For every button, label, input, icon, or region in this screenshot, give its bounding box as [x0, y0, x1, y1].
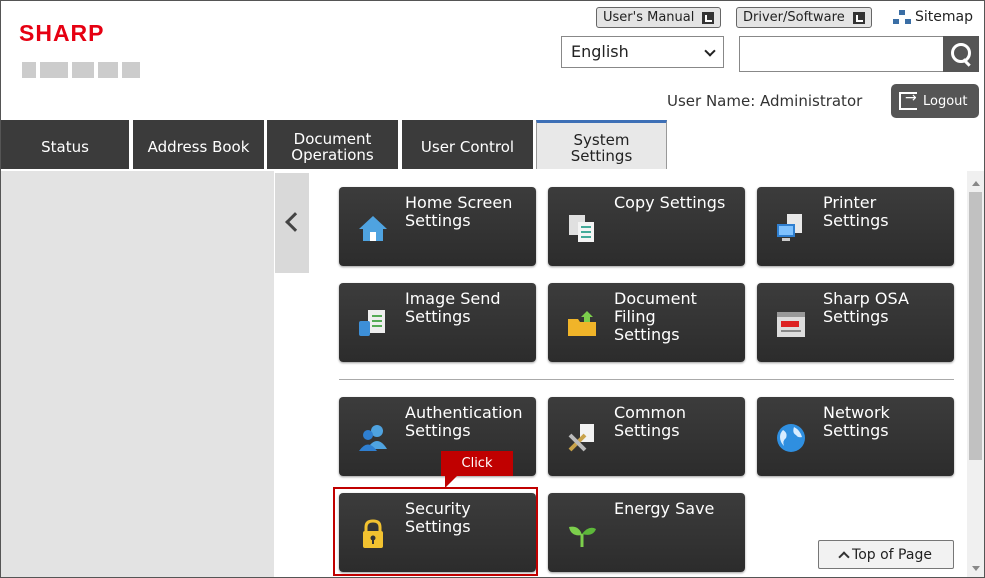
tile-label: Common Settings: [614, 403, 687, 440]
tab-label: Address Book: [147, 137, 250, 156]
driver-software-label: Driver/Software: [743, 10, 845, 25]
tile-image-send-settings[interactable]: Image Send Settings: [339, 283, 536, 362]
tab-system-settings[interactable]: System Settings: [536, 120, 667, 169]
main-tab-bar: Status Address Book Document Operations …: [1, 120, 983, 169]
search-input[interactable]: [739, 36, 944, 72]
language-select[interactable]: English: [561, 36, 724, 68]
tile-label: Sharp OSA Settings: [823, 289, 909, 326]
scroll-up-arrow[interactable]: [967, 174, 984, 191]
external-link-icon: [852, 11, 865, 24]
external-link-icon: [702, 11, 715, 24]
scrollbar-thumb[interactable]: [969, 192, 982, 460]
image-send-icon: [359, 310, 385, 336]
tab-label: Status: [41, 137, 89, 156]
users-manual-label: User's Manual: [603, 10, 695, 25]
tile-label: Image Send Settings: [405, 289, 501, 326]
tile-printer-settings[interactable]: Printer Settings: [757, 187, 954, 266]
tile-home-screen-settings[interactable]: Home Screen Settings: [339, 187, 536, 266]
tile-document-filing-settings[interactable]: Document Filing Settings: [548, 283, 745, 362]
logout-icon: [899, 90, 917, 110]
tile-label: Copy Settings: [614, 193, 726, 212]
tile-label: Printer Settings: [823, 193, 889, 230]
home-icon: [359, 216, 387, 241]
sharp-logo: SHARP: [19, 20, 105, 46]
tab-address-book[interactable]: Address Book: [133, 120, 264, 169]
tab-label: User Control: [420, 137, 515, 156]
left-menu-panel: [1, 171, 274, 577]
tab-label: Document Operations: [291, 129, 374, 164]
users-manual-link[interactable]: User's Manual: [596, 7, 722, 28]
click-callout: Click: [441, 451, 513, 488]
logout-label: Logout: [923, 93, 968, 109]
tile-common-settings[interactable]: Common Settings: [548, 397, 745, 476]
tile-label: Document Filing Settings: [614, 289, 697, 344]
user-name-label: User Name: Administrator: [667, 92, 863, 110]
tile-sharp-osa-settings[interactable]: Sharp OSA Settings: [757, 283, 954, 362]
top-of-page-label: Top of Page: [852, 546, 932, 563]
globe-icon: [777, 424, 805, 452]
users-icon: [359, 425, 387, 451]
tile-label: Network Settings: [823, 403, 890, 440]
tab-status[interactable]: Status: [1, 120, 129, 169]
chevron-up-icon: [838, 550, 850, 563]
tile-energy-save[interactable]: Energy Save: [548, 493, 745, 572]
tile-label: Authentication Settings: [405, 403, 523, 440]
section-divider: [339, 379, 954, 380]
tools-icon: [568, 424, 594, 452]
tab-user-control[interactable]: User Control: [402, 120, 533, 169]
scroll-down-arrow[interactable]: [967, 560, 984, 577]
sitemap-icon: [893, 10, 911, 24]
sitemap-link[interactable]: Sitemap: [893, 9, 973, 25]
sitemap-label: Sitemap: [915, 9, 973, 25]
collapse-menu-button[interactable]: [275, 173, 309, 273]
printer-icon: [777, 214, 802, 241]
copy-icon: [569, 215, 594, 242]
tab-label: System Settings: [570, 131, 633, 165]
document-filing-icon: [568, 311, 596, 336]
tile-label: Energy Save: [614, 499, 715, 518]
tile-network-settings[interactable]: Network Settings: [757, 397, 954, 476]
model-name-blurred: [22, 62, 144, 80]
security-settings-highlight: [333, 487, 538, 576]
tile-copy-settings[interactable]: Copy Settings: [548, 187, 745, 266]
driver-software-link[interactable]: Driver/Software: [736, 7, 872, 28]
top-of-page-button[interactable]: Top of Page: [818, 540, 954, 569]
search-button[interactable]: [943, 36, 979, 72]
sprout-icon: [569, 526, 596, 547]
osa-icon: [777, 312, 805, 337]
logout-button[interactable]: Logout: [891, 84, 979, 118]
tab-document-operations[interactable]: Document Operations: [267, 120, 398, 169]
tile-label: Home Screen Settings: [405, 193, 513, 230]
